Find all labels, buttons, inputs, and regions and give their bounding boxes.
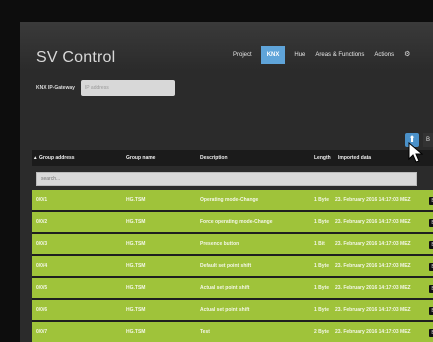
gateway-label: KNX IP-Gateway bbox=[36, 85, 75, 91]
cell-address: 0/0/6 bbox=[36, 307, 48, 313]
cell-length: 1 Bit bbox=[314, 241, 325, 247]
table-row[interactable]: 0/0/3 HG.TSM Presence button 1 Bit 23. F… bbox=[32, 234, 433, 256]
cell-description: Test bbox=[200, 329, 210, 335]
cell-imported-date: 23. February 2016 14:17:03 MEZ bbox=[335, 263, 411, 269]
cell-group-name: HG.TSM bbox=[126, 219, 146, 225]
table-row[interactable]: 0/0/2 HG.TSM Force operating mode-Change… bbox=[32, 212, 433, 234]
cell-address: 0/0/7 bbox=[36, 329, 48, 335]
main-nav: Project KNX Hue Areas & Functions Action… bbox=[228, 46, 415, 64]
column-header-group-address[interactable]: Group address bbox=[39, 155, 75, 161]
cell-address: 0/0/1 bbox=[36, 197, 48, 203]
table-header: ▴ Group address Group name Description L… bbox=[32, 150, 433, 166]
cell-description: Presence button bbox=[200, 241, 240, 247]
app-screen: SV Control Project KNX Hue Areas & Funct… bbox=[20, 22, 433, 342]
mouse-cursor-icon bbox=[408, 142, 424, 163]
secondary-toolbar-button[interactable]: B bbox=[423, 133, 433, 147]
sort-asc-icon: ▴ bbox=[34, 155, 37, 161]
app-title: SV Control bbox=[36, 49, 116, 66]
cell-imported-date: 23. February 2016 14:17:03 MEZ bbox=[335, 329, 411, 335]
row-action-button[interactable]: B bbox=[429, 329, 433, 337]
cell-imported-date: 23. February 2016 14:17:03 MEZ bbox=[335, 307, 411, 313]
cell-group-name: HG.TSM bbox=[126, 329, 146, 335]
cell-address: 0/0/4 bbox=[36, 263, 48, 269]
cell-imported-date: 23. February 2016 14:17:03 MEZ bbox=[335, 219, 411, 225]
cell-group-name: HG.TSM bbox=[126, 241, 146, 247]
cell-group-name: HG.TSM bbox=[126, 285, 146, 291]
cell-group-name: HG.TSM bbox=[126, 197, 146, 203]
cell-length: 1 Byte bbox=[314, 219, 330, 225]
cell-imported-date: 23. February 2016 14:17:03 MEZ bbox=[335, 285, 411, 291]
cell-description: Default set point shift bbox=[200, 263, 252, 269]
cell-address: 0/0/5 bbox=[36, 285, 48, 291]
cell-length: 1 Byte bbox=[314, 307, 330, 313]
gateway-ip-input[interactable] bbox=[80, 80, 175, 96]
row-action-button[interactable]: B bbox=[429, 307, 433, 315]
cell-description: Force operating mode-Change bbox=[200, 219, 273, 225]
column-header-length[interactable]: Length bbox=[314, 155, 331, 161]
row-action-button[interactable]: B bbox=[429, 197, 433, 205]
app-header: SV Control Project KNX Hue Areas & Funct… bbox=[20, 22, 433, 70]
column-header-imported-data[interactable]: Imported data bbox=[338, 155, 371, 161]
row-action-button[interactable]: B bbox=[429, 219, 433, 227]
table-row[interactable]: 0/0/4 HG.TSM Default set point shift 1 B… bbox=[32, 256, 433, 278]
row-action-button[interactable]: B bbox=[429, 285, 433, 293]
nav-areas-functions[interactable]: Areas & Functions bbox=[310, 46, 369, 64]
cell-description: Operating mode-Change bbox=[200, 197, 259, 203]
table-row[interactable]: 0/0/6 HG.TSM Actual set point shift 1 By… bbox=[32, 300, 433, 322]
table-row[interactable]: 0/0/1 HG.TSM Operating mode-Change 1 Byt… bbox=[32, 190, 433, 212]
cell-address: 0/0/3 bbox=[36, 241, 48, 247]
cell-length: 2 Byte bbox=[314, 329, 330, 335]
cell-length: 1 Byte bbox=[314, 285, 330, 291]
cell-imported-date: 23. February 2016 14:17:03 MEZ bbox=[335, 241, 411, 247]
nav-knx[interactable]: KNX bbox=[260, 46, 286, 64]
nav-project[interactable]: Project bbox=[228, 46, 257, 64]
cell-imported-date: 23. February 2016 14:17:03 MEZ bbox=[335, 197, 411, 203]
cell-length: 1 Byte bbox=[314, 263, 330, 269]
cell-group-name: HG.TSM bbox=[126, 307, 146, 313]
gateway-row: KNX IP-Gateway bbox=[36, 80, 175, 96]
cell-description: Actual set point shift bbox=[200, 307, 250, 313]
table-search-input[interactable]: search... bbox=[36, 172, 417, 186]
table-body: 0/0/1 HG.TSM Operating mode-Change 1 Byt… bbox=[32, 190, 433, 342]
nav-hue[interactable]: Hue bbox=[289, 46, 310, 64]
cell-description: Actual set point shift bbox=[200, 285, 250, 291]
settings-icon[interactable]: ⚙ bbox=[399, 46, 415, 64]
cell-group-name: HG.TSM bbox=[126, 263, 146, 269]
row-action-button[interactable]: B bbox=[429, 241, 433, 249]
cell-length: 1 Byte bbox=[314, 197, 330, 203]
nav-actions[interactable]: Actions bbox=[369, 46, 399, 64]
table-row[interactable]: 0/0/5 HG.TSM Actual set point shift 1 By… bbox=[32, 278, 433, 300]
cell-address: 0/0/2 bbox=[36, 219, 48, 225]
column-header-group-name[interactable]: Group name bbox=[126, 155, 155, 161]
column-header-description[interactable]: Description bbox=[200, 155, 228, 161]
table-row[interactable]: 0/0/7 HG.TSM Test 2 Byte 23. February 20… bbox=[32, 322, 433, 342]
row-action-button[interactable]: B bbox=[429, 263, 433, 271]
